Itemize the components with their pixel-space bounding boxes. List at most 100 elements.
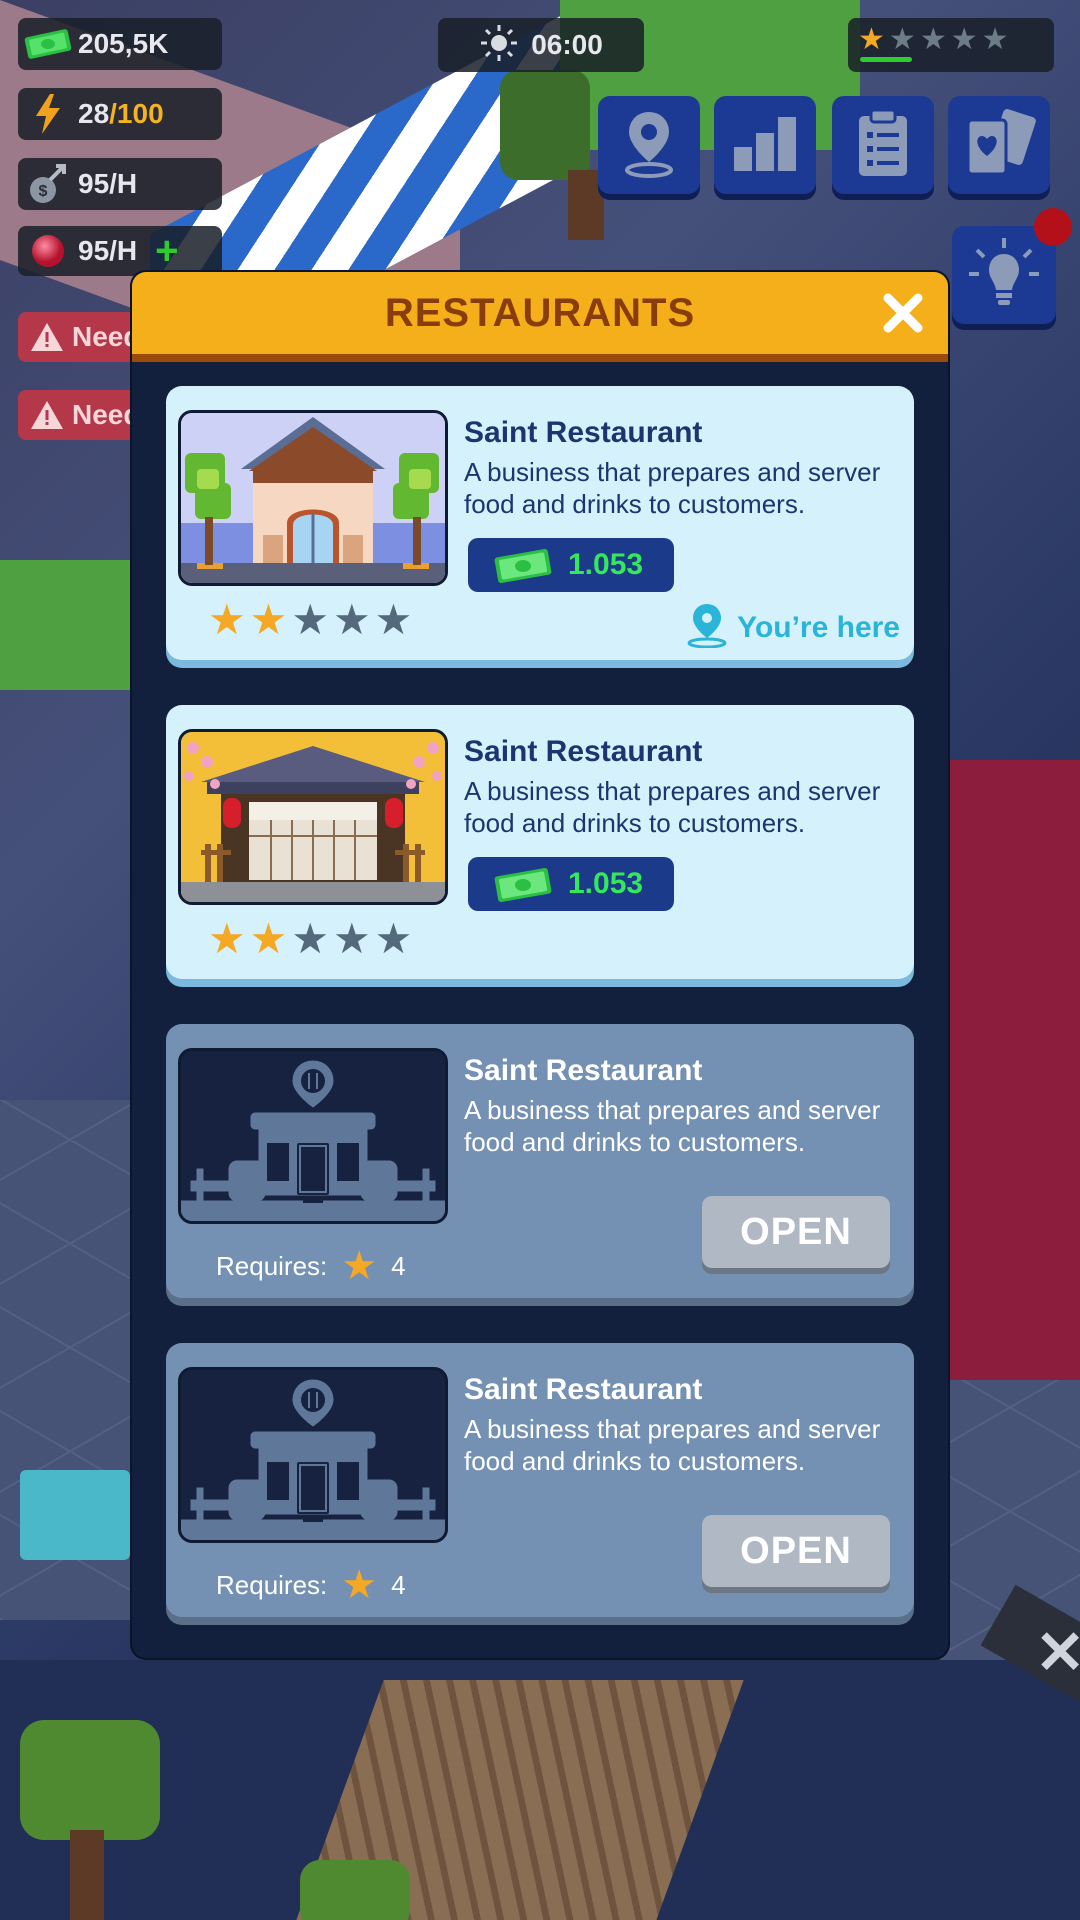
close-button[interactable] [880, 292, 926, 338]
restaurant-name: Saint Restaurant [464, 1373, 703, 1406]
stats-icon [730, 113, 800, 178]
income-value: 95/H [78, 168, 138, 199]
rating-star: ★ [950, 23, 978, 56]
need-alert[interactable]: Need [18, 390, 150, 440]
requires-label: Requires: [216, 1569, 328, 1600]
tree-trunk [70, 1830, 104, 1920]
restaurant-rating: ★ ★ ★ ★ ★ [208, 917, 412, 961]
rating-star: ★ [249, 915, 288, 962]
tasks-button[interactable] [832, 96, 934, 194]
modal-header: RESTAURANTS [132, 272, 948, 362]
rating-star: ★ [208, 915, 246, 962]
rating-star: ★ [291, 596, 329, 643]
energy-max: /100 [109, 98, 164, 129]
rating-star: ★ [332, 915, 371, 962]
money-value: 205,5K [78, 28, 169, 59]
western-restaurant-thumbnail [178, 410, 448, 586]
star-icon: ★ [341, 1244, 378, 1288]
locked-restaurant-thumbnail [178, 1048, 448, 1224]
restaurant-description: A business that prepares and server food… [464, 1414, 881, 1476]
upgrade-price-button[interactable]: 1.053 [468, 857, 674, 911]
notification-dot [1034, 208, 1072, 246]
clipboard-icon [855, 108, 911, 183]
cards-icon [962, 108, 1036, 183]
requires-value: 4 [391, 1569, 406, 1600]
need-alert[interactable]: Need [18, 312, 150, 362]
requires-label: Requires: [216, 1250, 328, 1281]
rating-star: ★ [919, 23, 947, 56]
need-alert-text: Need [72, 321, 141, 352]
tree [300, 1860, 410, 1920]
tree [500, 70, 590, 180]
restaurant-rating: ★ ★ ★ ★ ★ [208, 598, 412, 642]
energy-current: 28 [78, 98, 110, 129]
map-button[interactable] [598, 96, 700, 194]
rating-star: ★ [332, 596, 371, 643]
grass-patch [0, 560, 140, 690]
restaurant-description: A business that prepares and server food… [464, 457, 881, 519]
open-button-label: OPEN [740, 1529, 852, 1572]
rating-star: ★ [374, 915, 413, 962]
close-icon [882, 292, 924, 339]
unlock-requirement: Requires: ★ 4 [216, 1246, 406, 1286]
cash-icon [492, 864, 554, 904]
open-button[interactable]: OPEN [702, 1515, 890, 1587]
gems-counter[interactable]: 95/H + [18, 226, 222, 276]
clock-display: 06:00 [438, 18, 644, 72]
stats-button[interactable] [714, 96, 816, 194]
cash-icon [18, 27, 78, 61]
clock-value: 06:00 [531, 29, 603, 60]
restaurant-description: A business that prepares and server food… [464, 1095, 881, 1157]
income-counter[interactable]: $ 95/H [18, 158, 222, 210]
open-button[interactable]: OPEN [702, 1196, 890, 1268]
japanese-restaurant-thumbnail [178, 729, 448, 905]
shop-counter [20, 1470, 130, 1560]
warning-icon [30, 322, 64, 352]
locked-restaurant-card: Saint Restaurant A business that prepare… [166, 1024, 914, 1298]
upgrade-price-button[interactable]: 1.053 [468, 538, 674, 592]
tree [20, 1720, 160, 1840]
restaurant-name: Saint Restaurant [464, 416, 703, 449]
red-building [948, 760, 1080, 1380]
warning-icon [30, 400, 64, 430]
lightning-icon [18, 94, 78, 134]
unlock-requirement: Requires: ★ 4 [216, 1565, 406, 1605]
plus-icon[interactable]: + [155, 231, 178, 271]
price-value: 1.053 [568, 867, 644, 900]
rating-progress-bar [860, 57, 912, 62]
restaurant-card[interactable]: Saint Restaurant A business that prepare… [166, 386, 914, 660]
energy-counter[interactable]: 28/100 [18, 88, 222, 140]
modal-title: RESTAURANTS [384, 290, 696, 335]
locked-restaurant-thumbnail [178, 1367, 448, 1543]
open-button-label: OPEN [740, 1210, 852, 1253]
restaurant-name: Saint Restaurant [464, 735, 703, 768]
rating-star: ★ [249, 596, 288, 643]
requires-value: 4 [391, 1250, 406, 1281]
rating-star: ★ [291, 915, 329, 962]
rating-star: ★ [374, 596, 413, 643]
location-pin-icon [685, 602, 729, 653]
gem-icon [18, 231, 78, 271]
money-bag-icon: $ [18, 162, 78, 206]
restaurant-description: A business that prepares and server food… [464, 776, 881, 838]
cash-icon [492, 545, 554, 585]
gems-value: 95/H [78, 235, 138, 266]
restaurant-card[interactable]: Saint Restaurant A business that prepare… [166, 705, 914, 979]
price-value: 1.053 [568, 548, 644, 581]
restaurant-name: Saint Restaurant [464, 1054, 703, 1087]
you-are-here-label: You’re here [737, 610, 900, 644]
current-location-indicator: You’re here [685, 602, 900, 653]
rating-star: ★ [981, 23, 1009, 56]
city-rating[interactable]: ★ ★ ★ ★ ★ [848, 18, 1054, 72]
rating-star: ★ [208, 596, 246, 643]
x-floor-icon: ✕ [1035, 1619, 1080, 1686]
sun-icon [479, 23, 519, 68]
lightbulb-icon [967, 236, 1041, 315]
restaurants-modal: RESTAURANTS Saint Restaurant A business … [132, 272, 948, 1658]
rating-star: ★ [888, 23, 916, 56]
need-alert-text: Need [72, 399, 141, 430]
rating-star: ★ [858, 23, 885, 56]
cards-button[interactable] [948, 96, 1050, 194]
locked-restaurant-card: Saint Restaurant A business that prepare… [166, 1343, 914, 1617]
money-counter[interactable]: 205,5K [18, 18, 222, 70]
